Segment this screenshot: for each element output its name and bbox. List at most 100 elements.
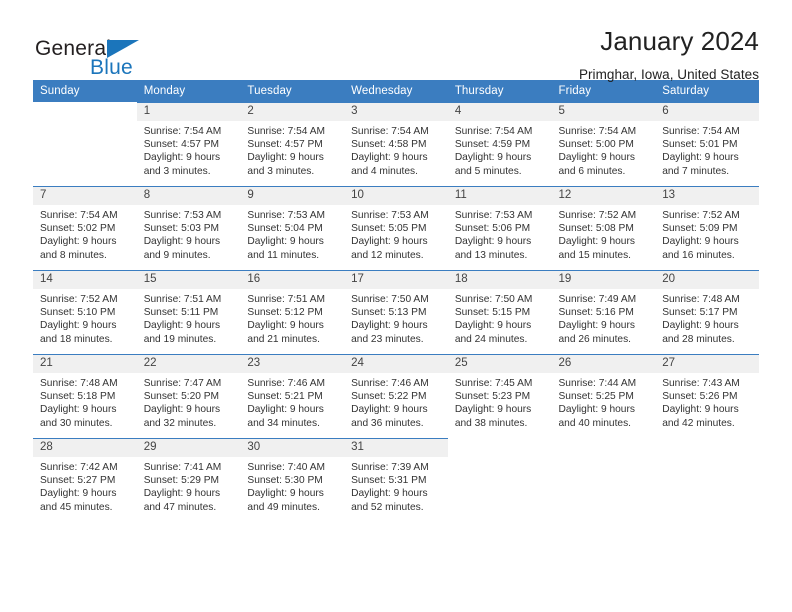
calendar-day-cell[interactable]: 30 Sunrise: 7:40 AM Sunset: 5:30 PM Dayligh… — [240, 438, 345, 522]
calendar-day-cell[interactable]: 15 Sunrise: 7:51 AM Sunset: 5:11 PM Dayligh… — [136, 270, 241, 354]
daylight-text-line2: and 23 minutes. — [351, 333, 424, 345]
sunset-text: Sunset: 5:11 PM — [143, 307, 219, 319]
calendar-day-cell[interactable]: 13 Sunrise: 7:52 AM Sunset: 5:09 PM Dayligh… — [655, 186, 759, 270]
calendar-day-cell[interactable]: 24 Sunrise: 7:46 AM Sunset: 5:22 PM Dayligh… — [344, 354, 448, 438]
calendar-day-cell[interactable]: 1 Sunrise: 7:54 AM Sunset: 4:57 PM Daylight… — [136, 102, 241, 186]
calendar-day-cell[interactable]: 16 Sunrise: 7:51 AM Sunset: 5:12 PM Dayligh… — [240, 270, 345, 354]
day-cell-22: 22 Sunrise: 7:47 AM Sunset: 5:20 PM Dayligh… — [136, 354, 241, 438]
daylight-text-line1: Daylight: 9 hours — [247, 404, 324, 416]
calendar-day-cell[interactable]: 12 Sunrise: 7:52 AM Sunset: 5:08 PM Dayligh… — [551, 186, 656, 270]
daylight-text-line2: and 30 minutes. — [40, 417, 113, 429]
sun-info: Sunrise: 7:53 AM Sunset: 5:05 PM Daylight:… — [344, 205, 448, 262]
weekday-header-row: Sunday Monday Tuesday Wednesday Thursday… — [33, 80, 759, 102]
calendar-day-cell[interactable]: 14 Sunrise: 7:52 AM Sunset: 5:10 PM Dayligh… — [33, 270, 137, 354]
day-cell-empty — [33, 102, 137, 186]
sun-info: Sunrise: 7:54 AM Sunset: 4:58 PM Daylight:… — [344, 121, 448, 178]
daylight-text-line2: and 19 minutes. — [143, 333, 217, 345]
day-cell-2: 2 Sunrise: 7:54 AM Sunset: 4:57 PM Daylight… — [240, 102, 345, 186]
weekday-header-friday: Friday — [551, 80, 656, 102]
calendar-day-cell[interactable]: 3 Sunrise: 7:54 AM Sunset: 4:58 PM Daylight… — [344, 102, 448, 186]
calendar-day-cell[interactable]: 25 Sunrise: 7:45 AM Sunset: 5:23 PM Dayligh… — [447, 354, 552, 438]
day-cell-23: 23 Sunrise: 7:46 AM Sunset: 5:21 PM Dayligh… — [240, 354, 345, 438]
calendar-week-row: 28 Sunrise: 7:42 AM Sunset: 5:27 PM Dayligh… — [33, 438, 759, 522]
calendar-day-cell[interactable]: 23 Sunrise: 7:46 AM Sunset: 5:21 PM Dayligh… — [240, 354, 345, 438]
calendar-day-cell[interactable]: 7 Sunrise: 7:54 AM Sunset: 5:02 PM Daylight… — [33, 186, 137, 270]
calendar-day-cell[interactable]: 20 Sunrise: 7:48 AM Sunset: 5:17 PM Dayligh… — [655, 270, 759, 354]
daylight-text-line2: and 4 minutes. — [351, 165, 418, 177]
sunrise-text: Sunrise: 7:53 AM — [351, 210, 429, 221]
calendar-day-cell[interactable]: 2 Sunrise: 7:54 AM Sunset: 4:57 PM Daylight… — [240, 102, 345, 186]
day-cell-8: 8 Sunrise: 7:53 AM Sunset: 5:03 PM Daylight… — [136, 186, 241, 270]
sunset-text: Sunset: 5:17 PM — [662, 307, 738, 319]
calendar-day-cell[interactable]: 17 Sunrise: 7:50 AM Sunset: 5:13 PM Dayligh… — [344, 270, 448, 354]
calendar-day-cell[interactable]: 21 Sunrise: 7:48 AM Sunset: 5:18 PM Dayligh… — [33, 354, 137, 438]
daylight-text-line2: and 36 minutes. — [351, 417, 424, 429]
calendar-day-cell[interactable]: 27 Sunrise: 7:43 AM Sunset: 5:26 PM Dayligh… — [655, 354, 759, 438]
sun-info: Sunrise: 7:54 AM Sunset: 4:57 PM Daylight:… — [240, 121, 344, 178]
day-cell-11: 11 Sunrise: 7:53 AM Sunset: 5:06 PM Dayligh… — [447, 186, 552, 270]
sunrise-text: Sunrise: 7:54 AM — [454, 126, 533, 137]
day-number: 18 — [447, 271, 552, 289]
sunset-text: Sunset: 5:26 PM — [662, 391, 738, 403]
general-blue-logo[interactable]: General Blue — [33, 27, 173, 79]
day-number — [655, 439, 759, 446]
calendar-day-cell[interactable]: 19 Sunrise: 7:49 AM Sunset: 5:16 PM Dayligh… — [551, 270, 656, 354]
day-number: 8 — [136, 187, 241, 205]
day-cell-3: 3 Sunrise: 7:54 AM Sunset: 4:58 PM Daylight… — [344, 102, 448, 186]
calendar-day-cell[interactable]: 28 Sunrise: 7:42 AM Sunset: 5:27 PM Dayligh… — [33, 438, 137, 522]
daylight-text-line1: Daylight: 9 hours — [143, 152, 221, 164]
calendar-day-cell[interactable]: 10 Sunrise: 7:53 AM Sunset: 5:05 PM Dayligh… — [344, 186, 448, 270]
daylight-text-line1: Daylight: 9 hours — [558, 404, 635, 416]
sunrise-text: Sunrise: 7:48 AM — [662, 294, 740, 305]
day-cell-16: 16 Sunrise: 7:51 AM Sunset: 5:12 PM Dayligh… — [240, 270, 345, 354]
sun-info: Sunrise: 7:48 AM Sunset: 5:18 PM Daylight:… — [33, 373, 137, 430]
daylight-text-line2: and 5 minutes. — [454, 165, 522, 177]
calendar-day-cell[interactable]: 9 Sunrise: 7:53 AM Sunset: 5:04 PM Daylight… — [240, 186, 345, 270]
calendar-day-cell[interactable]: 18 Sunrise: 7:50 AM Sunset: 5:15 PM Dayligh… — [447, 270, 552, 354]
month-calendar: Sunday Monday Tuesday Wednesday Thursday… — [33, 80, 759, 522]
daylight-text-line2: and 15 minutes. — [558, 249, 632, 261]
sunset-text: Sunset: 5:13 PM — [351, 307, 427, 319]
sun-info: Sunrise: 7:52 AM Sunset: 5:08 PM Daylight:… — [552, 205, 656, 262]
sunrise-text: Sunrise: 7:40 AM — [247, 462, 325, 473]
weekday-header-tuesday: Tuesday — [240, 80, 345, 102]
daylight-text-line2: and 21 minutes. — [247, 333, 320, 345]
sunset-text: Sunset: 5:08 PM — [558, 223, 634, 235]
calendar-body: 1 Sunrise: 7:54 AM Sunset: 4:57 PM Daylight… — [33, 102, 759, 522]
sunset-text: Sunset: 5:04 PM — [247, 223, 323, 235]
day-number: 12 — [551, 187, 656, 205]
day-number: 17 — [344, 271, 448, 289]
calendar-day-cell[interactable]: 29 Sunrise: 7:41 AM Sunset: 5:29 PM Dayligh… — [136, 438, 241, 522]
day-cell-19: 19 Sunrise: 7:49 AM Sunset: 5:16 PM Dayligh… — [551, 270, 656, 354]
sunrise-text: Sunrise: 7:51 AM — [143, 294, 222, 305]
daylight-text-line2: and 34 minutes. — [247, 417, 320, 429]
calendar-day-cell[interactable]: 4 Sunrise: 7:54 AM Sunset: 4:59 PM Daylight… — [447, 102, 552, 186]
sun-info: Sunrise: 7:53 AM Sunset: 5:04 PM Daylight:… — [240, 205, 344, 262]
daylight-text-line2: and 12 minutes. — [351, 249, 424, 261]
day-cell-7: 7 Sunrise: 7:54 AM Sunset: 5:02 PM Daylight… — [33, 186, 137, 270]
sunrise-text: Sunrise: 7:52 AM — [558, 210, 637, 221]
calendar-day-cell[interactable]: 8 Sunrise: 7:53 AM Sunset: 5:03 PM Daylight… — [136, 186, 241, 270]
day-cell-empty — [448, 438, 552, 522]
daylight-text-line2: and 52 minutes. — [351, 501, 424, 513]
day-cell-6: 6 Sunrise: 7:54 AM Sunset: 5:01 PM Daylight… — [655, 102, 759, 186]
day-number: 10 — [344, 187, 448, 205]
sunrise-text: Sunrise: 7:52 AM — [40, 294, 118, 305]
day-number: 4 — [447, 103, 552, 121]
calendar-day-cell[interactable]: 11 Sunrise: 7:53 AM Sunset: 5:06 PM Dayligh… — [447, 186, 552, 270]
day-cell-9: 9 Sunrise: 7:53 AM Sunset: 5:04 PM Daylight… — [240, 186, 345, 270]
calendar-day-cell[interactable]: 22 Sunrise: 7:47 AM Sunset: 5:20 PM Dayligh… — [136, 354, 241, 438]
calendar-day-cell[interactable]: 31 Sunrise: 7:39 AM Sunset: 5:31 PM Dayligh… — [344, 438, 448, 522]
daylight-text-line1: Daylight: 9 hours — [247, 152, 324, 164]
calendar-day-cell[interactable]: 5 Sunrise: 7:54 AM Sunset: 5:00 PM Daylight… — [551, 102, 656, 186]
calendar-week-row: 21 Sunrise: 7:48 AM Sunset: 5:18 PM Dayligh… — [33, 354, 759, 438]
logo-word-blue: Blue — [90, 56, 133, 79]
sunrise-text: Sunrise: 7:49 AM — [558, 294, 637, 305]
calendar-day-cell — [552, 438, 656, 522]
sun-info: Sunrise: 7:51 AM Sunset: 5:11 PM Daylight:… — [137, 289, 241, 346]
daylight-text-line2: and 16 minutes. — [662, 249, 735, 261]
calendar-day-cell[interactable]: 6 Sunrise: 7:54 AM Sunset: 5:01 PM Daylight… — [655, 102, 759, 186]
daylight-text-line2: and 49 minutes. — [247, 501, 320, 513]
calendar-day-cell[interactable]: 26 Sunrise: 7:44 AM Sunset: 5:25 PM Dayligh… — [551, 354, 656, 438]
day-number: 24 — [344, 355, 448, 373]
